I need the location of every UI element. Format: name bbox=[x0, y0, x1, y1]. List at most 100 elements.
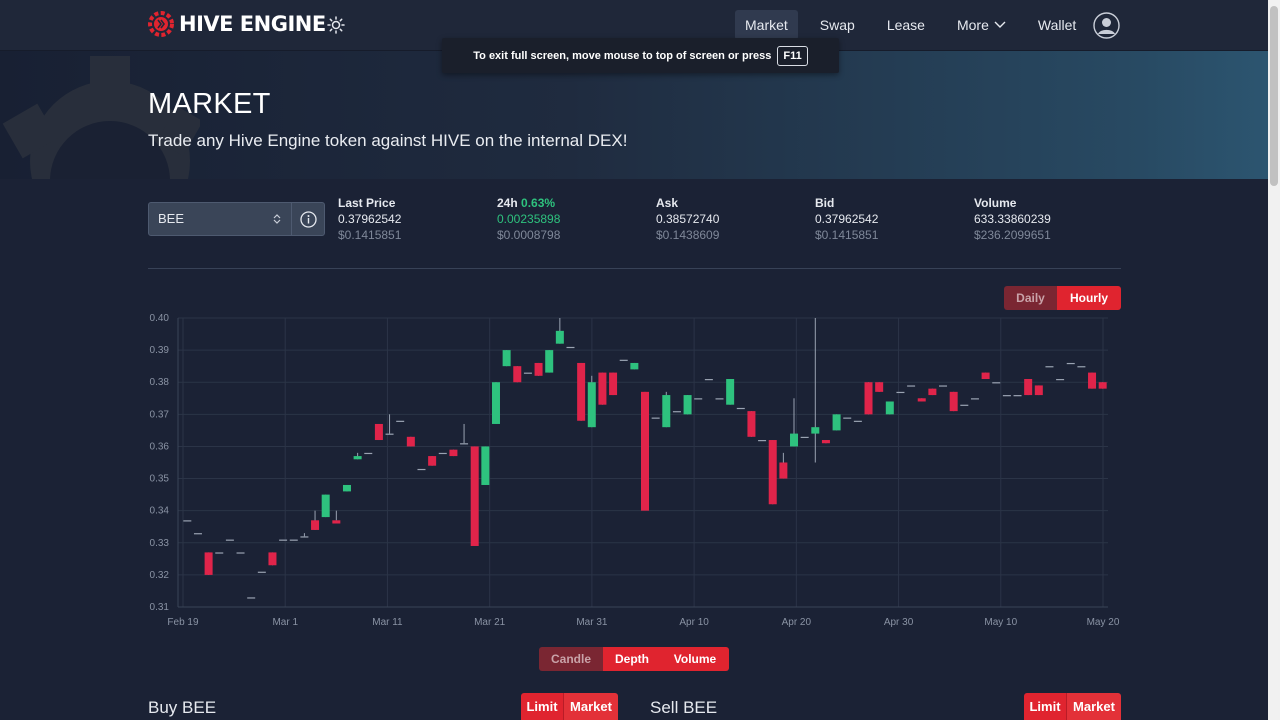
candle-body bbox=[939, 385, 948, 387]
buy-limit-button[interactable]: Limit bbox=[521, 693, 563, 720]
x-tick-label: Feb 19 bbox=[167, 617, 199, 628]
candle-body bbox=[609, 372, 618, 396]
chart-mode-volume-button[interactable]: Volume bbox=[661, 647, 729, 671]
candle-body bbox=[225, 539, 234, 541]
sell-order-type-toggle: Limit Market bbox=[1024, 693, 1121, 720]
candle-body bbox=[747, 411, 756, 437]
candle-body bbox=[864, 382, 873, 415]
x-tick-label: Apr 30 bbox=[884, 617, 914, 628]
nav-wallet[interactable]: Wallet bbox=[1028, 10, 1086, 40]
candle-body bbox=[577, 362, 586, 421]
interval-toggle: Daily Hourly bbox=[1004, 286, 1121, 310]
token-select-dropdown[interactable]: BEE bbox=[149, 203, 291, 235]
candle-body bbox=[662, 395, 671, 428]
fullscreen-toast-text: To exit full screen, move mouse to top o… bbox=[473, 49, 772, 62]
candle-body bbox=[587, 382, 596, 428]
chart-mode-toggle: Candle Depth Volume bbox=[539, 647, 729, 671]
stat-value: 0.37962542 bbox=[815, 212, 879, 226]
price-candlestick-chart[interactable]: 0.40 0.39 0.38 0.37 0.36 0.35 0.34 0.33 0.32 0.31… bbox=[148, 310, 1128, 630]
candle-body bbox=[342, 484, 351, 492]
nav-more[interactable]: More bbox=[947, 10, 1016, 40]
nav-market-label: Market bbox=[745, 17, 788, 33]
candle-body bbox=[566, 346, 575, 349]
candle-body bbox=[853, 420, 862, 422]
x-tick-label: Apr 10 bbox=[679, 617, 709, 628]
candle-body bbox=[1056, 379, 1065, 381]
candle-body bbox=[417, 468, 426, 471]
nav-lease[interactable]: Lease bbox=[877, 10, 935, 40]
brand-logo[interactable]: HIVE ENGINE bbox=[148, 11, 326, 37]
y-tick-label: 0.32 bbox=[150, 570, 170, 581]
stat-ask: Ask 0.38572740 $0.1438609 bbox=[656, 195, 719, 243]
scrollbar-thumb[interactable] bbox=[1270, 6, 1278, 186]
stat-label: 24h bbox=[497, 196, 518, 210]
candle-body bbox=[683, 395, 692, 415]
sell-market-button[interactable]: Market bbox=[1066, 693, 1121, 720]
interval-hourly-button[interactable]: Hourly bbox=[1057, 286, 1121, 310]
candle-body bbox=[364, 452, 373, 455]
stat-change-percent: 0.63% bbox=[521, 196, 556, 210]
buy-order-type-toggle: Limit Market bbox=[521, 693, 618, 720]
candle-body bbox=[917, 398, 926, 402]
buy-market-button[interactable]: Market bbox=[563, 693, 618, 720]
x-tick-label: Mar 31 bbox=[576, 617, 608, 628]
candle-body bbox=[396, 420, 405, 422]
candle-body bbox=[1045, 366, 1054, 368]
nav-wallet-label: Wallet bbox=[1037, 17, 1077, 33]
theme-toggle-sun-icon[interactable] bbox=[327, 16, 345, 34]
candle-body bbox=[183, 520, 192, 522]
token-selector[interactable]: BEE bbox=[148, 202, 325, 236]
candle-body bbox=[672, 411, 681, 413]
sell-limit-button[interactable]: Limit bbox=[1024, 693, 1066, 720]
candle-body bbox=[204, 552, 213, 575]
candle-body bbox=[555, 330, 564, 344]
candle-body bbox=[758, 440, 767, 442]
candle-body bbox=[374, 423, 383, 441]
page-scrollbar[interactable] bbox=[1268, 0, 1280, 720]
y-tick-label: 0.39 bbox=[150, 345, 170, 356]
candle-body bbox=[289, 539, 298, 541]
stat-label: Volume bbox=[974, 196, 1017, 210]
interval-daily-button[interactable]: Daily bbox=[1004, 286, 1057, 310]
stat-last-price: Last Price 0.37962542 $0.1415851 bbox=[338, 195, 401, 243]
candle-body bbox=[928, 388, 937, 396]
candle-body bbox=[215, 552, 224, 554]
candle-body bbox=[970, 398, 979, 400]
candle-body bbox=[779, 462, 788, 479]
y-tick-label: 0.37 bbox=[150, 409, 170, 420]
stat-volume: Volume 633.33860239 $236.2099651 bbox=[974, 195, 1051, 243]
candle-body bbox=[481, 446, 490, 485]
token-info-button[interactable] bbox=[291, 203, 324, 235]
candle-body bbox=[406, 436, 415, 447]
candle-body bbox=[470, 446, 479, 546]
user-avatar-icon[interactable] bbox=[1093, 12, 1120, 39]
candle-body bbox=[800, 436, 809, 439]
candle-body bbox=[630, 362, 639, 370]
candle-body bbox=[1013, 395, 1022, 397]
candle-body bbox=[715, 398, 724, 400]
stat-label: Ask bbox=[656, 196, 679, 210]
candle-body bbox=[513, 366, 522, 383]
candle-body bbox=[1088, 372, 1097, 389]
chart-mode-depth-button[interactable]: Depth bbox=[603, 647, 661, 671]
chevron-down-icon bbox=[994, 21, 1006, 28]
candle-body bbox=[279, 539, 288, 541]
candle-body bbox=[896, 391, 905, 394]
candle-body bbox=[1098, 382, 1107, 389]
nav-swap[interactable]: Swap bbox=[810, 10, 865, 40]
y-tick-label: 0.34 bbox=[150, 506, 170, 517]
select-arrows-icon bbox=[273, 214, 281, 224]
y-tick-label: 0.31 bbox=[150, 602, 170, 613]
candle-body bbox=[811, 427, 820, 434]
candle-body bbox=[268, 552, 277, 566]
candle-body bbox=[321, 494, 330, 518]
candle-body bbox=[821, 440, 830, 444]
x-tick-label: Apr 20 bbox=[782, 617, 812, 628]
chart-mode-candle-button[interactable]: Candle bbox=[539, 647, 603, 671]
candle-body bbox=[1077, 366, 1086, 368]
nav-market[interactable]: Market bbox=[735, 10, 798, 40]
fullscreen-key-badge: F11 bbox=[777, 45, 808, 66]
candle-body bbox=[726, 379, 735, 405]
candle-body bbox=[736, 407, 745, 410]
y-tick-label: 0.36 bbox=[150, 441, 170, 452]
